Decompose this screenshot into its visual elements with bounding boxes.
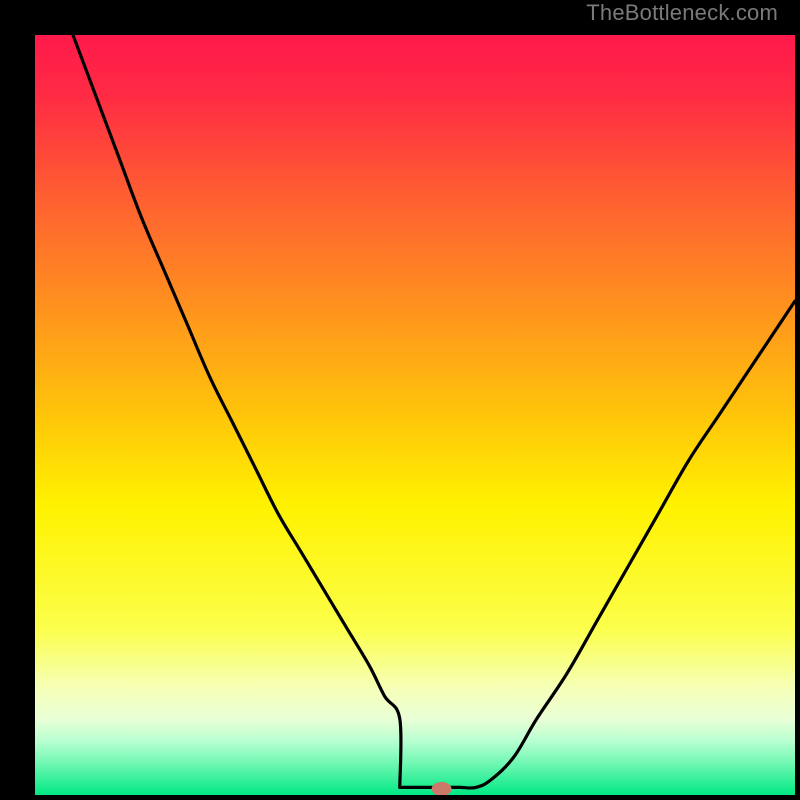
watermark-text: TheBottleneck.com [586, 0, 778, 26]
bottleneck-chart [35, 35, 795, 795]
chart-frame [15, 15, 785, 785]
gradient-background [35, 35, 795, 795]
